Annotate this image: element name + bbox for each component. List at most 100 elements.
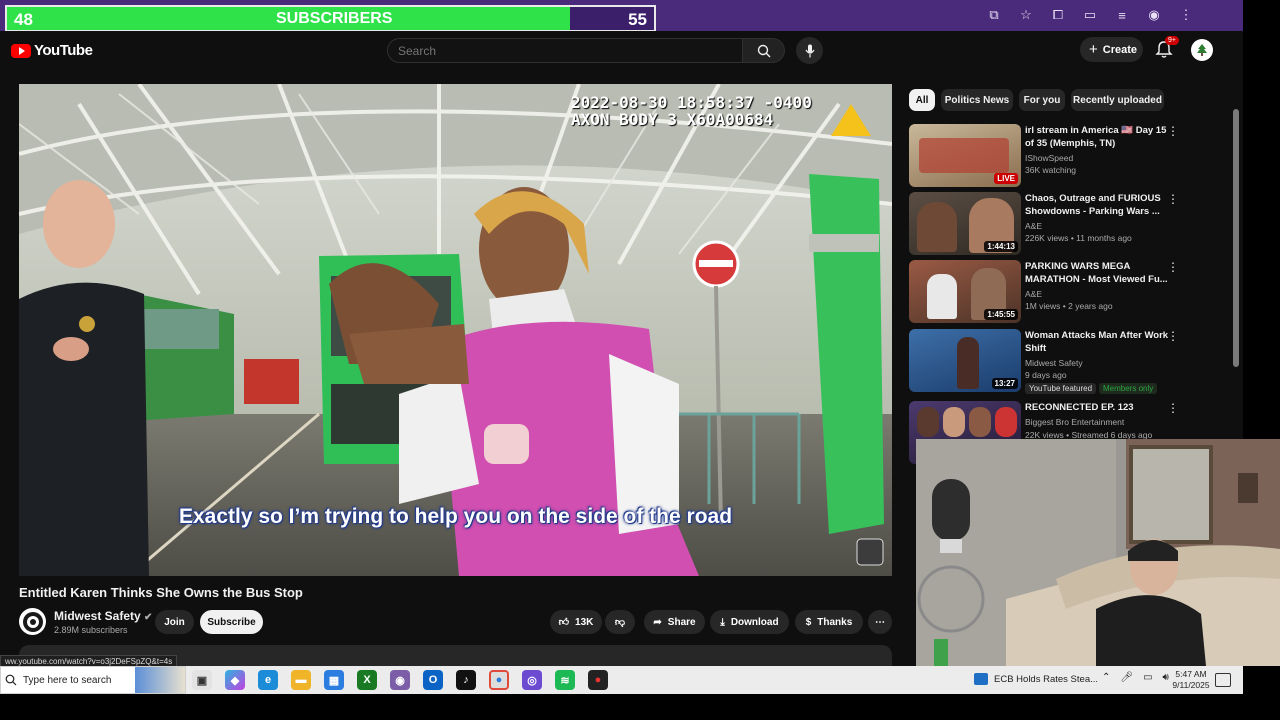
thanks-icon: $ [805,616,812,628]
video-player[interactable]: 2022-08-30 18:58:37 -0400 AXON BODY 3 X6… [19,84,892,576]
screen-bottom-border [0,694,1280,720]
video-thumbnail[interactable]: 1:44:13 [909,192,1021,255]
chrome-icon[interactable]: ● [489,670,509,690]
channel-avatar[interactable] [19,608,46,635]
search-button[interactable] [743,38,785,63]
edge-icon[interactable]: e [258,670,278,690]
windows-taskbar: Type here to search ▣ ◆ e ▬ ▦ X ◉ O ♪ ● … [0,666,1243,694]
video-duration: 1:45:55 [984,309,1018,320]
outlook-icon[interactable]: O [423,670,443,690]
task-view-icon[interactable]: ▣ [192,670,212,690]
notification-center-icon[interactable] [1215,673,1231,687]
split-icon[interactable]: ▭ [1081,6,1099,24]
share-button[interactable]: ➦ Share [644,610,705,634]
voice-search-button[interactable] [796,37,823,64]
create-button[interactable]: + Create [1080,37,1143,62]
live-badge: LIVE [994,173,1018,184]
recommended-title[interactable]: Woman Attacks Man After Work Shift [1025,329,1175,355]
system-tray: ⌃ 🎤︎ ▭ 🔊︎ [1102,672,1169,683]
featured-badge: YouTube featured [1025,383,1097,394]
youtube-header: YouTube + Create 9+ [0,31,1243,69]
volume-icon[interactable]: 🔊︎ [1163,672,1169,683]
recommended-channel[interactable]: IShowSpeed [1025,153,1073,163]
chip-politics-news[interactable]: Politics News [941,89,1013,111]
recommended-video[interactable]: 1:45:55 PARKING WARS MEGA MARATHON - Mos… [909,260,1239,326]
bodycam-device: AXON BODY 3 X60A00684 [571,110,774,129]
game-app-icon[interactable]: ◉ [390,670,410,690]
file-explorer-icon[interactable]: ▬ [291,670,311,690]
join-button[interactable]: Join [155,610,194,634]
right-edge [1243,0,1280,439]
record-app-icon[interactable]: ● [588,670,608,690]
search-input[interactable] [388,39,742,62]
clock-time: 5:47 AM [1175,669,1207,679]
channel-name-text: Midwest Safety [54,609,141,623]
recommended-meta: 1M views • 2 years ago [1025,301,1113,311]
taskbar-apps: ▣ ◆ e ▬ ▦ X ◉ O ♪ ● ◎ ≋ ● [192,670,608,690]
more-vertical-icon[interactable]: ⋮ [1167,192,1179,206]
xbox-icon[interactable]: X [357,670,377,690]
channel-logo-icon [22,611,43,632]
news-widget[interactable]: ECB Holds Rates Stea... [974,673,1098,685]
chip-recently-uploaded[interactable]: Recently uploaded [1071,89,1164,111]
copilot-icon[interactable]: ◆ [225,670,245,690]
members-only-badge: Members only [1099,383,1158,394]
recommended-video[interactable]: LIVE irl stream in America 🇺🇸 Day 15 of … [909,124,1239,190]
recommended-title[interactable]: RECONNECTED EP. 123 [1025,401,1175,414]
star-icon[interactable]: ☆ [1017,6,1035,24]
download-label: Download [730,616,779,628]
account-avatar[interactable] [1191,39,1213,61]
youtube-logo[interactable]: YouTube [11,42,93,59]
recommended-channel[interactable]: A&E [1025,289,1042,299]
profile-icon[interactable]: ◉ [1145,6,1163,24]
chip-all[interactable]: All [909,89,935,111]
subscribe-button[interactable]: Subscribe [200,610,263,634]
recommended-channel[interactable]: A&E [1025,221,1042,231]
webcam-feed [916,439,1280,666]
chip-for-you[interactable]: For you [1019,89,1065,111]
more-horizontal-icon: ⋯ [875,616,885,628]
spotify-icon[interactable]: ≋ [555,670,575,690]
more-vertical-icon[interactable]: ⋮ [1167,124,1179,138]
thanks-label: Thanks [817,616,853,628]
recommended-channel[interactable]: Biggest Bro Entertainment [1025,417,1124,427]
news-headline: ECB Holds Rates Stea... [994,673,1099,685]
microphone-icon[interactable]: 🎤︎ [1120,672,1133,683]
download-button[interactable]: ⤓ Download [710,610,789,634]
recommended-title[interactable]: Chaos, Outrage and FURIOUS Showdowns - P… [1025,192,1175,218]
store-icon[interactable]: ▦ [324,670,344,690]
menu-icon[interactable]: ⋮ [1177,6,1195,24]
tiktok-icon[interactable]: ♪ [456,670,476,690]
extensions-icon[interactable]: ⧠ [1049,6,1067,24]
cast-icon[interactable]: ⧉ [985,6,1003,24]
network-icon[interactable]: ▭ [1143,672,1152,683]
video-thumbnail[interactable]: 1:45:55 [909,260,1021,323]
channel-name[interactable]: Midwest Safety ✔ [54,609,152,623]
video-title: Entitled Karen Thinks She Owns the Bus S… [19,585,303,600]
like-button[interactable]: 👍︎ 13K [550,610,602,634]
video-thumbnail[interactable]: LIVE [909,124,1021,187]
more-actions-button[interactable]: ⋯ [868,610,892,634]
media-icon[interactable]: ≡ [1113,6,1131,24]
thanks-button[interactable]: $ Thanks [795,610,863,634]
recommended-title[interactable]: PARKING WARS MEGA MARATHON - Most Viewed… [1025,260,1175,286]
recommended-video[interactable]: 1:44:13 Chaos, Outrage and FURIOUS Showd… [909,192,1239,258]
more-vertical-icon[interactable]: ⋮ [1167,329,1179,343]
recommended-channel[interactable]: Midwest Safety [1025,358,1083,368]
search-highlight-icon [135,667,185,693]
chevron-up-icon[interactable]: ⌃ [1102,672,1110,683]
share-label: Share [667,616,696,628]
dislike-button[interactable]: 👎︎ [605,610,635,634]
video-duration: 13:27 [991,378,1018,389]
taskbar-clock[interactable]: 5:47 AM 9/11/2025 [1171,669,1211,691]
taskbar-search[interactable]: Type here to search [0,666,186,694]
recommended-video[interactable]: 13:27 Woman Attacks Man After Work Shift… [909,329,1239,401]
video-duration: 1:44:13 [984,241,1018,252]
account-avatar-icon [1197,44,1207,56]
video-thumbnail[interactable]: 13:27 [909,329,1021,392]
more-vertical-icon[interactable]: ⋮ [1167,260,1179,274]
chat-app-icon[interactable]: ◎ [522,670,542,690]
more-vertical-icon[interactable]: ⋮ [1167,401,1179,415]
bodycam-timestamp: 2022-08-30 18:58:37 -0400 AXON BODY 3 X6… [571,94,812,128]
recommended-title[interactable]: irl stream in America 🇺🇸 Day 15 of 35 (M… [1025,124,1175,150]
